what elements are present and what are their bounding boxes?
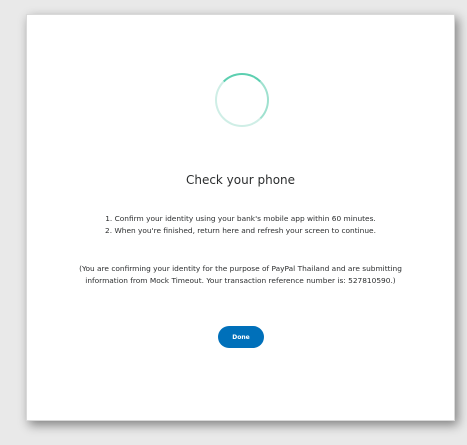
transaction-note: (You are confirming your identity for th… (79, 264, 402, 285)
instruction-step: 1. Confirm your identity using your bank… (105, 214, 376, 223)
dialog-title: Check your phone (185, 173, 296, 187)
verification-dialog: Check your phone 1. Confirm your identit… (26, 14, 455, 421)
loading-spinner-icon (215, 73, 269, 127)
instruction-step: 2. When you're finished, return here and… (105, 226, 376, 235)
done-button[interactable]: Done (218, 326, 264, 348)
instruction-steps: 1. Confirm your identity using your bank… (27, 213, 454, 237)
